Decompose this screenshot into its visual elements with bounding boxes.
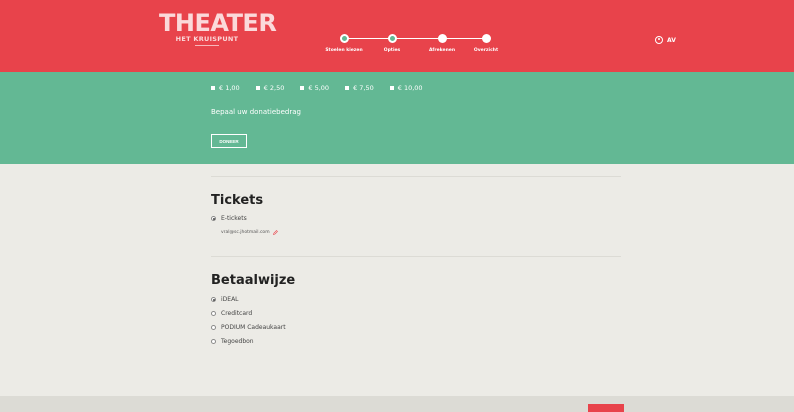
- radio-icon: [211, 297, 216, 302]
- donation-amount-label: € 5,00: [308, 84, 330, 92]
- progress-line: [344, 38, 486, 39]
- donation-amount-label: € 7,50: [353, 84, 374, 92]
- site-header: THEATER HET KRUISPUNT Stoelen kiezen Opt…: [0, 0, 794, 72]
- step-label-afrekenen: Afrekenen: [428, 48, 456, 53]
- checkbox-icon: [300, 86, 305, 90]
- payment-option-label: Tegoedbon: [221, 338, 254, 345]
- section-divider: [211, 176, 621, 177]
- radio-icon: [211, 339, 216, 344]
- radio-icon: [211, 311, 216, 316]
- donate-button[interactable]: DONEER: [211, 134, 247, 148]
- donation-amount-option[interactable]: € 5,00: [300, 84, 329, 92]
- payment-title: Betaalwijze: [211, 273, 296, 288]
- theater-logo[interactable]: THEATER HET KRUISPUNT: [159, 9, 277, 46]
- section-divider: [211, 256, 621, 257]
- step-label-opties: Opties: [383, 48, 401, 53]
- step-label-overzicht: Overzicht: [473, 48, 499, 53]
- donation-amount-label: € 2,50: [263, 84, 285, 92]
- donation-amount-option[interactable]: € 2,50: [255, 84, 285, 92]
- ticket-email: vral@sc.jhotmail.com: [221, 230, 270, 235]
- account-initials: AV: [667, 36, 676, 44]
- logo-underline: [195, 45, 219, 46]
- checkbox-icon: [255, 86, 260, 90]
- payment-option-label: iDEAL: [221, 296, 239, 303]
- payment-option-ideal[interactable]: iDEAL: [211, 296, 239, 303]
- step-dot-afrekenen: [438, 34, 447, 43]
- tickets-title: Tickets: [211, 193, 264, 208]
- donation-amount-option[interactable]: € 10,00: [389, 84, 423, 92]
- donation-amount-option[interactable]: € 7,50: [345, 84, 374, 92]
- donation-prompt: Bepaal uw donatiebedrag: [211, 108, 301, 116]
- checkbox-icon: [211, 86, 215, 90]
- step-dot-stoelen-kiezen: [340, 34, 349, 43]
- ticket-option-label: E-tickets: [221, 215, 247, 222]
- checkbox-icon: [345, 86, 350, 90]
- step-dot-overzicht: [482, 34, 491, 43]
- checkbox-icon: [389, 86, 394, 90]
- payment-option-label: Creditcard: [221, 310, 253, 317]
- pencil-icon[interactable]: [272, 230, 278, 235]
- payment-option-podium-cadeaukaart[interactable]: PODIUM Cadeaukaart: [211, 324, 286, 331]
- donation-amount-option[interactable]: € 1,00: [211, 84, 240, 92]
- account-menu[interactable]: AV: [655, 36, 676, 44]
- payment-option-tegoedbon[interactable]: Tegoedbon: [211, 338, 254, 345]
- continue-button[interactable]: [588, 404, 624, 412]
- payment-option-label: PODIUM Cadeaukaart: [221, 324, 286, 331]
- ticket-option-etickets[interactable]: E-tickets: [211, 215, 247, 222]
- checkout-progress: Stoelen kiezen Opties Afrekenen Overzich…: [325, 30, 500, 60]
- order-summary-bar: [0, 396, 794, 412]
- logo-title: THEATER: [159, 9, 277, 37]
- step-dot-opties: [388, 34, 397, 43]
- ticket-email-row: vral@sc.jhotmail.com: [221, 230, 278, 235]
- step-label-stoelen-kiezen: Stoelen kiezen: [325, 48, 363, 53]
- donation-section: € 1,00 € 2,50 € 5,00 € 7,50 € 10,00 Bepa…: [0, 72, 794, 164]
- payment-option-creditcard[interactable]: Creditcard: [211, 310, 252, 317]
- radio-icon: [211, 216, 216, 221]
- user-circle-icon: [655, 36, 663, 44]
- radio-icon: [211, 325, 216, 330]
- donation-amount-label: € 10,00: [397, 84, 423, 92]
- donation-amount-label: € 1,00: [219, 84, 240, 92]
- donation-amounts: € 1,00 € 2,50 € 5,00 € 7,50 € 10,00: [211, 84, 423, 92]
